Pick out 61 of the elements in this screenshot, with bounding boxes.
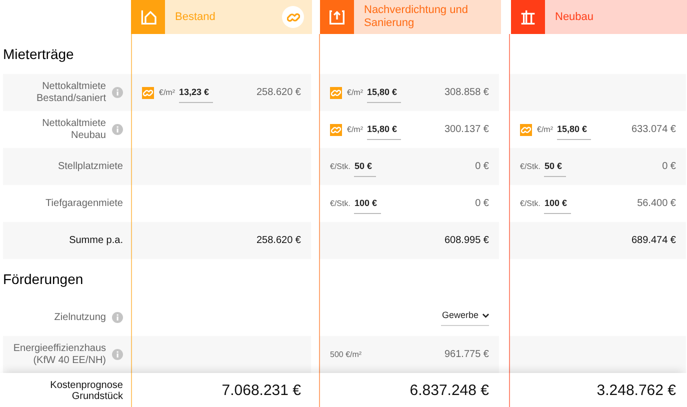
amount-value: 0 €: [662, 160, 676, 174]
info-icon[interactable]: [112, 87, 123, 98]
link-toggle[interactable]: [142, 86, 154, 98]
unit-label: €/m²: [537, 124, 553, 136]
value-field[interactable]: 100 €: [544, 196, 571, 214]
link-icon: [521, 124, 531, 134]
amount-value: 56.400 €: [637, 197, 676, 211]
chevron-down-icon: [482, 312, 489, 318]
unit-label: €/Stk.: [330, 160, 350, 172]
value-field[interactable]: 15,80 €: [367, 86, 402, 104]
info-icon[interactable]: [112, 124, 123, 135]
amount-value: 961.775 €: [444, 348, 489, 362]
unit-label: €/m²: [347, 124, 363, 136]
amount-value: 633.074 €: [632, 123, 676, 137]
amount-value: 0 €: [475, 160, 489, 174]
unit-label: €/Stk.: [520, 160, 540, 172]
unit-label: €/m²: [159, 86, 175, 98]
value-field[interactable]: 13,23 €: [179, 86, 214, 104]
row-label: Zielnutzung: [54, 312, 106, 324]
sum-value: 608.995 €: [444, 234, 489, 248]
column-title: Nachverdichtung und Sanierung: [364, 4, 469, 30]
row-label: Tiefgaragenmiete: [46, 198, 123, 210]
total-value: 3.248.762 €: [596, 380, 676, 401]
unit-label: €/Stk.: [330, 198, 350, 210]
section-heading: Förderungen: [3, 270, 84, 289]
link-toggle[interactable]: [330, 86, 342, 98]
unit-label: €/m²: [347, 86, 363, 98]
value-field[interactable]: 15,80 €: [367, 122, 402, 140]
usage-dropdown[interactable]: Gewerbe: [441, 308, 489, 326]
sum-value: 689.474 €: [632, 234, 676, 248]
link-toggle[interactable]: [520, 124, 532, 136]
amount-value: 308.858 €: [444, 86, 489, 100]
info-icon[interactable]: [112, 312, 123, 323]
total-value: 7.068.231 €: [222, 380, 301, 401]
row-label: Nettokaltmiete Bestand/saniert: [36, 80, 106, 104]
value-field[interactable]: 50 €: [354, 160, 376, 178]
amount-value: 300.137 €: [444, 123, 489, 137]
link-icon: [331, 88, 341, 98]
row-label: Nettokaltmiete Neubau: [41, 118, 106, 142]
value-field[interactable]: 100 €: [354, 196, 381, 214]
column-title: Bestand: [175, 10, 216, 24]
link-icon: [143, 88, 153, 98]
total-value: 6.837.248 €: [410, 380, 489, 401]
amount-value: 0 €: [475, 197, 489, 211]
link-icon: [331, 124, 341, 134]
unit-label: 500 €/m²: [330, 348, 362, 360]
value-field[interactable]: 15,80 €: [557, 122, 592, 140]
value-field[interactable]: 50 €: [544, 160, 566, 178]
info-icon[interactable]: [112, 349, 123, 360]
sum-value: 258.620 €: [256, 234, 301, 248]
unit-label: €/Stk.: [520, 198, 540, 210]
link-toggle[interactable]: [330, 124, 342, 136]
amount-value: 258.620 €: [256, 86, 301, 100]
section-heading: Mieterträge: [3, 44, 74, 64]
column-title: Neubau: [555, 10, 595, 24]
row-label: Stellplatzmiete: [58, 160, 123, 172]
total-label: Kostenprognose Grundstück: [49, 380, 123, 402]
link-icon: [286, 10, 300, 24]
row-label: Energieeffizienzhaus (KfW 40 EE/NH): [12, 342, 106, 366]
row-label: Summe p.a.: [69, 234, 123, 246]
link-button[interactable]: [282, 6, 304, 28]
